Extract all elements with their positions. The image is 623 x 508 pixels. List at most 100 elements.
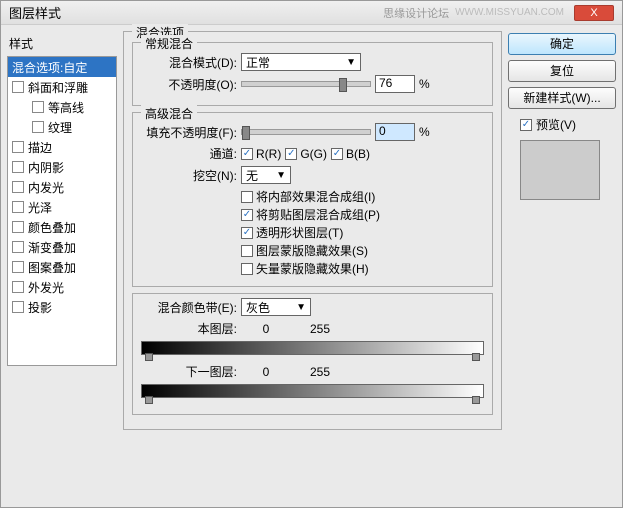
fill-opacity-label: 填充不透明度(F): xyxy=(141,124,237,141)
opacity-slider[interactable] xyxy=(241,81,371,87)
style-list-item[interactable]: 等高线 xyxy=(8,97,116,117)
style-item-label: 内阴影 xyxy=(28,159,64,176)
fill-opacity-row: 填充不透明度(F): 0 % xyxy=(141,123,484,141)
advanced-option[interactable]: 图层蒙版隐藏效果(S) xyxy=(241,242,484,259)
blend-mode-row: 混合模式(D): 正常 ▼ xyxy=(141,53,484,71)
advanced-options-list: 将内部效果混合成组(I)将剪贴图层混合成组(P)透明形状图层(T)图层蒙版隐藏效… xyxy=(241,188,484,277)
blend-mode-value: 正常 xyxy=(246,54,270,71)
style-list-item[interactable]: 内阴影 xyxy=(8,157,116,177)
checkbox-icon xyxy=(32,121,44,133)
advanced-option[interactable]: 矢量蒙版隐藏效果(H) xyxy=(241,260,484,277)
titlebar: 图层样式 思缘设计论坛 WWW.MISSYUAN.COM X xyxy=(1,1,622,25)
under-high-value: 255 xyxy=(295,365,345,379)
checkbox-icon xyxy=(331,148,343,160)
gradient-stop-icon[interactable] xyxy=(145,353,153,361)
fill-opacity-slider[interactable] xyxy=(241,129,371,135)
preview-checkbox[interactable]: 预览(V) xyxy=(508,114,616,135)
fill-opacity-field[interactable]: 0 xyxy=(375,123,415,141)
style-list-item[interactable]: 外发光 xyxy=(8,277,116,297)
style-list-item[interactable]: 投影 xyxy=(8,297,116,317)
styles-column: 样式 混合选项:自定斜面和浮雕等高线纹理描边内阴影内发光光泽颜色叠加渐变叠加图案… xyxy=(7,31,117,501)
advanced-legend: 高级混合 xyxy=(141,105,197,122)
style-list-item[interactable]: 描边 xyxy=(8,137,116,157)
channel-g[interactable]: G(G) xyxy=(285,147,327,161)
percent-label: % xyxy=(419,77,430,91)
underlying-layer-row: 下一图层: 0 255 xyxy=(141,363,484,380)
watermark-text: 思缘设计论坛 xyxy=(383,5,449,21)
checkbox-icon xyxy=(520,119,532,131)
channels-label: 通道: xyxy=(141,145,237,162)
checkbox-icon xyxy=(12,221,24,233)
ok-button[interactable]: 确定 xyxy=(508,33,616,55)
general-legend: 常规混合 xyxy=(141,35,197,52)
advanced-option[interactable]: 将内部效果混合成组(I) xyxy=(241,188,484,205)
dialog-body: 样式 混合选项:自定斜面和浮雕等高线纹理描边内阴影内发光光泽颜色叠加渐变叠加图案… xyxy=(1,25,622,507)
gradient-stop-icon[interactable] xyxy=(472,396,480,404)
checkbox-icon xyxy=(241,209,253,221)
this-low-value: 0 xyxy=(241,322,291,336)
this-high-value: 255 xyxy=(295,322,345,336)
blend-if-group: 混合颜色带(E): 灰色 ▼ 本图层: 0 255 xyxy=(132,293,493,415)
blend-if-value: 灰色 xyxy=(246,299,270,316)
style-item-label: 斜面和浮雕 xyxy=(28,79,88,96)
style-list-item[interactable]: 渐变叠加 xyxy=(8,237,116,257)
this-layer-label: 本图层: xyxy=(141,320,237,337)
advanced-blending-group: 高级混合 填充不透明度(F): 0 % 通道: R(R) G(G) B(B) xyxy=(132,112,493,287)
styles-list[interactable]: 混合选项:自定斜面和浮雕等高线纹理描边内阴影内发光光泽颜色叠加渐变叠加图案叠加外… xyxy=(7,56,117,366)
style-list-item[interactable]: 混合选项:自定 xyxy=(8,57,116,77)
gradient-stop-icon[interactable] xyxy=(472,353,480,361)
checkbox-icon xyxy=(12,161,24,173)
blend-if-label: 混合颜色带(E): xyxy=(141,299,237,316)
channels-row: 通道: R(R) G(G) B(B) xyxy=(141,145,484,162)
channel-b[interactable]: B(B) xyxy=(331,147,370,161)
knockout-value: 无 xyxy=(246,167,258,184)
checkbox-icon xyxy=(12,241,24,253)
style-list-item[interactable]: 内发光 xyxy=(8,177,116,197)
option-label: 将剪贴图层混合成组(P) xyxy=(256,206,380,223)
style-list-item[interactable]: 图案叠加 xyxy=(8,257,116,277)
knockout-select[interactable]: 无 ▼ xyxy=(241,166,291,184)
checkbox-icon xyxy=(12,181,24,193)
blend-if-select[interactable]: 灰色 ▼ xyxy=(241,298,311,316)
checkbox-icon xyxy=(285,148,297,160)
style-item-label: 渐变叠加 xyxy=(28,239,76,256)
gradient-stop-icon[interactable] xyxy=(145,396,153,404)
opacity-field[interactable]: 76 xyxy=(375,75,415,93)
option-label: 将内部效果混合成组(I) xyxy=(256,188,375,205)
chevron-down-icon: ▼ xyxy=(296,302,306,313)
chevron-down-icon: ▼ xyxy=(346,57,356,68)
advanced-option[interactable]: 透明形状图层(T) xyxy=(241,224,484,241)
blending-options-group: 混合选项 常规混合 混合模式(D): 正常 ▼ 不透明度(O): 76 xyxy=(123,31,502,430)
advanced-option[interactable]: 将剪贴图层混合成组(P) xyxy=(241,206,484,223)
new-style-button[interactable]: 新建样式(W)... xyxy=(508,87,616,109)
under-low-value: 0 xyxy=(241,365,291,379)
styles-label: 样式 xyxy=(7,31,117,56)
checkbox-icon xyxy=(241,263,253,275)
knockout-row: 挖空(N): 无 ▼ xyxy=(141,166,484,184)
percent-label: % xyxy=(419,125,430,139)
style-item-label: 等高线 xyxy=(48,99,84,116)
buttons-column: 确定 复位 新建样式(W)... 预览(V) xyxy=(508,31,616,501)
channel-r[interactable]: R(R) xyxy=(241,147,281,161)
style-list-item[interactable]: 颜色叠加 xyxy=(8,217,116,237)
style-list-item[interactable]: 纹理 xyxy=(8,117,116,137)
style-item-label: 光泽 xyxy=(28,199,52,216)
style-list-item[interactable]: 光泽 xyxy=(8,197,116,217)
chevron-down-icon: ▼ xyxy=(276,170,286,181)
window-title: 图层样式 xyxy=(9,3,61,22)
underlying-layer-gradient[interactable] xyxy=(141,384,484,398)
options-column: 混合选项 常规混合 混合模式(D): 正常 ▼ 不透明度(O): 76 xyxy=(123,31,502,501)
style-list-item[interactable]: 斜面和浮雕 xyxy=(8,77,116,97)
cancel-button[interactable]: 复位 xyxy=(508,60,616,82)
close-button[interactable]: X xyxy=(574,5,614,21)
this-layer-gradient[interactable] xyxy=(141,341,484,355)
checkbox-icon xyxy=(32,101,44,113)
blend-mode-select[interactable]: 正常 ▼ xyxy=(241,53,361,71)
checkbox-icon xyxy=(12,261,24,273)
preview-swatch xyxy=(520,140,600,200)
style-item-label: 外发光 xyxy=(28,279,64,296)
checkbox-icon xyxy=(241,191,253,203)
knockout-label: 挖空(N): xyxy=(141,167,237,184)
style-item-label: 图案叠加 xyxy=(28,259,76,276)
style-item-label: 纹理 xyxy=(48,119,72,136)
